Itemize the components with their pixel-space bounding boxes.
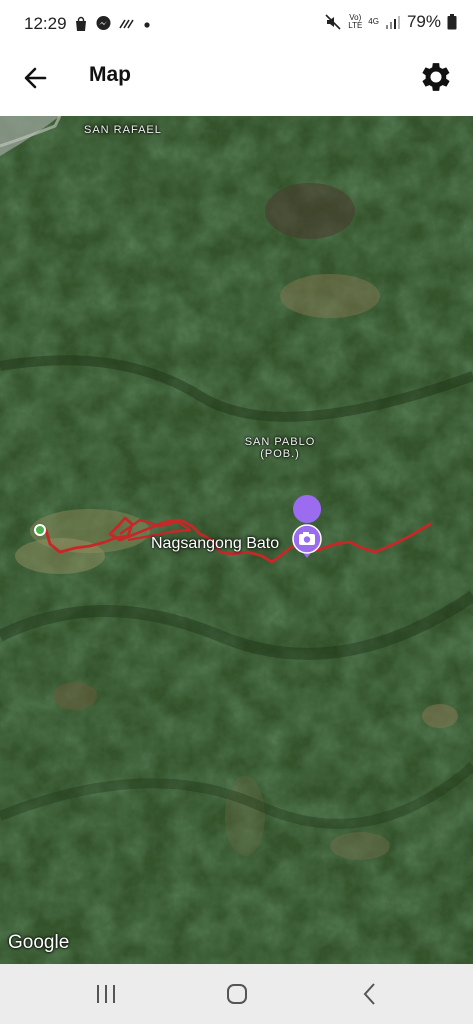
bag-icon bbox=[76, 16, 86, 31]
start-marker[interactable] bbox=[34, 524, 46, 536]
battery-percent: 79% bbox=[406, 12, 441, 31]
place-label-san-rafael: SAN RAFAEL bbox=[84, 124, 162, 136]
recents-icon bbox=[97, 985, 115, 1003]
battery-icon bbox=[447, 14, 457, 30]
place-label-san-pablo-line1: SAN PABLO bbox=[244, 436, 316, 448]
system-nav-bar bbox=[0, 964, 473, 1024]
back-arrow-icon bbox=[24, 67, 47, 89]
app-bar: Map bbox=[0, 48, 473, 116]
page-title: Map bbox=[89, 63, 131, 86]
activity-icon bbox=[119, 19, 134, 28]
status-right: Vo) LTE 4G 79% bbox=[324, 12, 457, 32]
place-label-san-pablo: SAN PABLO (POB.) bbox=[244, 436, 316, 460]
back-button[interactable] bbox=[18, 60, 54, 96]
home-button[interactable] bbox=[219, 980, 255, 1008]
gear-icon bbox=[422, 63, 450, 91]
status-bar: 12:29 Vo) LTE 4G 79% bbox=[0, 0, 473, 48]
messenger-icon bbox=[96, 16, 111, 30]
back-icon bbox=[363, 983, 375, 1005]
dot-icon bbox=[144, 21, 150, 28]
notification-icons bbox=[73, 15, 152, 32]
settings-button[interactable] bbox=[417, 58, 455, 96]
place-label-san-pablo-line2: (POB.) bbox=[260, 448, 300, 460]
map-view[interactable]: SAN RAFAEL SAN PABLO (POB.) Nagsangong B… bbox=[0, 116, 473, 964]
network-label: 4G bbox=[368, 17, 379, 26]
home-icon bbox=[227, 984, 247, 1004]
signal-icon bbox=[385, 16, 400, 29]
poi-label[interactable]: Nagsangong Bato bbox=[151, 535, 279, 553]
volte-label: Vo) LTE bbox=[348, 13, 363, 30]
status-time: 12:29 bbox=[24, 14, 67, 33]
back-nav-button[interactable] bbox=[352, 980, 388, 1008]
recents-button[interactable] bbox=[88, 980, 124, 1008]
google-attribution: Google bbox=[8, 932, 70, 953]
mute-icon bbox=[325, 14, 341, 30]
